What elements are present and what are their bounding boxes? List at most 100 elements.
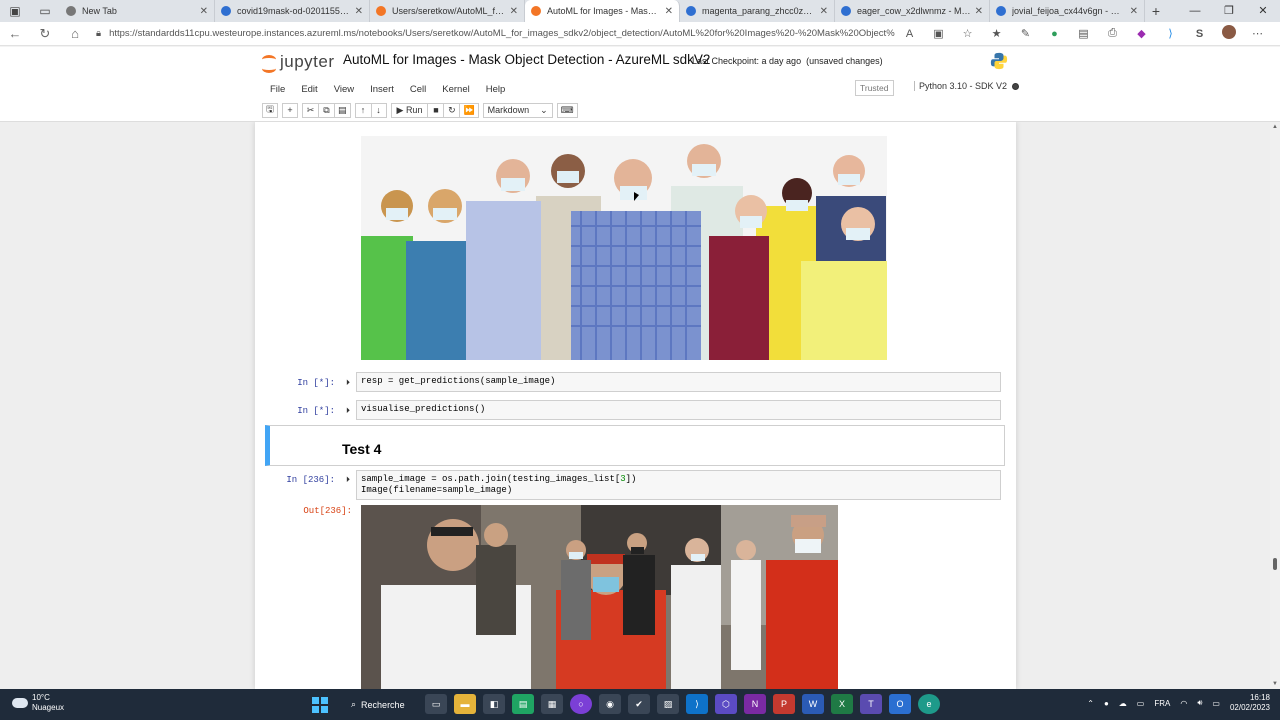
extension-s-icon[interactable]: S — [1185, 28, 1214, 40]
run-cell-icon[interactable]: ⏵ — [346, 475, 350, 485]
menu-item-file[interactable]: File — [270, 84, 285, 95]
clock[interactable]: 16:18 02/02/2023 — [1230, 693, 1270, 713]
scroll-down-icon[interactable]: ▼ — [1272, 681, 1278, 687]
extension-gem-icon[interactable]: ◆ — [1127, 27, 1156, 40]
store-icon[interactable]: ▦ — [541, 694, 563, 714]
jupyter-logo[interactable]: jupyter — [262, 52, 335, 73]
chevron-up-icon[interactable]: ⌃ — [1087, 699, 1094, 708]
paste-icon[interactable]: ▤ — [334, 102, 351, 118]
menu-item-kernel[interactable]: Kernel — [442, 84, 469, 95]
spreadsheet-app-icon[interactable]: ▤ — [512, 694, 534, 714]
close-tab-icon[interactable]: ✕ — [665, 6, 673, 17]
menu-item-insert[interactable]: Insert — [370, 84, 394, 95]
scroll-up-icon[interactable]: ▲ — [1272, 124, 1278, 130]
task-view-icon[interactable]: ▭ — [425, 694, 447, 714]
browser-tab[interactable]: covid19mask-od-020115517352 ✕ — [215, 0, 370, 22]
cell-type-select[interactable]: Markdown ⌄ — [482, 102, 553, 118]
close-window-button[interactable]: ✕ — [1246, 0, 1280, 22]
browser-tab[interactable]: Users/seretkow/AutoML_for_im ✕ — [370, 0, 525, 22]
menu-item-cell[interactable]: Cell — [410, 84, 426, 95]
copy-icon[interactable]: ⧉ — [318, 102, 334, 118]
trusted-indicator[interactable]: Trusted — [855, 80, 894, 96]
page-scrollbar[interactable]: ▲ ▼ — [1270, 122, 1280, 689]
teams-tray-icon[interactable]: ● — [1104, 699, 1109, 708]
browser-tab[interactable]: eager_cow_x2dlwnmz - Microso ✕ — [835, 0, 990, 22]
app-icon[interactable]: ◧ — [483, 694, 505, 714]
outlook-icon[interactable]: O — [889, 694, 911, 714]
network-tray-icon[interactable]: ▭ — [1137, 699, 1145, 708]
restart-icon[interactable]: ↻ — [443, 102, 460, 118]
menu-item-edit[interactable]: Edit — [301, 84, 317, 95]
profile-avatar[interactable] — [1214, 25, 1243, 42]
wifi-icon[interactable]: ◠ — [1180, 699, 1187, 708]
menu-item-help[interactable]: Help — [486, 84, 506, 95]
app-available-icon[interactable]: ▣ — [924, 27, 953, 40]
close-tab-icon[interactable]: ✕ — [1130, 6, 1138, 17]
code-cell-input[interactable]: visualise_predictions() — [356, 400, 1001, 420]
notebook-title[interactable]: AutoML for Images - Mask Object Detectio… — [343, 52, 710, 67]
tab-actions-icon[interactable]: ▭ — [30, 0, 60, 22]
restart-run-all-icon[interactable]: ⏩ — [459, 102, 479, 118]
home-icon[interactable]: ⌂ — [60, 26, 90, 41]
battery-icon[interactable]: ▭ — [1212, 699, 1220, 708]
more-menu-icon[interactable]: ⋯ — [1243, 27, 1272, 40]
insert-cell-icon[interactable]: + — [282, 102, 298, 118]
close-tab-icon[interactable]: ✕ — [200, 6, 208, 17]
windows-start-icon[interactable] — [312, 697, 328, 713]
run-cell-icon[interactable]: ⏵ — [346, 378, 350, 388]
markdown-cell-selected[interactable]: Test 4 — [265, 425, 1005, 466]
volume-icon[interactable]: 🔊︎ — [1197, 698, 1202, 708]
app-icon[interactable]: ▨ — [657, 694, 679, 714]
taskbar-search[interactable]: ⌕ Recherche — [343, 694, 413, 715]
extension-vscode-icon[interactable]: ⟩ — [1156, 27, 1185, 40]
todo-app-icon[interactable]: ✔ — [628, 694, 650, 714]
teams-icon[interactable]: T — [860, 694, 882, 714]
refresh-icon[interactable]: ↻ — [30, 26, 60, 42]
run-button[interactable]: ▶ Run — [390, 102, 428, 118]
read-aloud-icon[interactable]: A — [895, 28, 924, 40]
scrollbar-thumb[interactable] — [1273, 558, 1277, 570]
circle-app-icon[interactable]: ○ — [570, 694, 592, 714]
extension-green-icon[interactable]: ● — [1040, 28, 1069, 40]
minimize-button[interactable]: — — [1178, 0, 1212, 22]
favorite-star-icon[interactable]: ☆ — [953, 27, 982, 40]
run-cell-icon[interactable]: ⏵ — [346, 406, 350, 416]
browser-tab[interactable]: New Tab ✕ — [60, 0, 215, 22]
browser-tab[interactable]: jovial_feijoa_cx44v6gn - Micros ✕ — [990, 0, 1145, 22]
favorites-icon[interactable]: ★ — [982, 27, 1011, 40]
kernel-indicator[interactable]: Python 3.10 - SDK V2 — [914, 81, 1020, 91]
notebook-area[interactable]: In [*]: ⏵ resp = get_predictions(sample_… — [0, 122, 1270, 689]
close-tab-icon[interactable]: ✕ — [820, 6, 828, 17]
edge-icon[interactable]: e — [918, 694, 940, 714]
url-field[interactable]: 🔒︎ https://standardds11cpu.westeurope.in… — [90, 25, 895, 43]
command-palette-icon[interactable]: ⌨ — [556, 102, 578, 118]
vscode-icon[interactable]: ⟩ — [686, 694, 708, 714]
onenote-icon[interactable]: N — [744, 694, 766, 714]
save-icon[interactable]: 🖫︎ — [262, 102, 278, 118]
excel-icon[interactable]: X — [831, 694, 853, 714]
back-icon[interactable]: ← — [0, 26, 30, 41]
workspaces-icon[interactable]: ▣ — [0, 0, 30, 22]
move-up-icon[interactable]: ↑ — [354, 102, 371, 118]
extension-pen-icon[interactable]: ✎ — [1011, 27, 1040, 40]
close-tab-icon[interactable]: ✕ — [975, 6, 983, 17]
maximize-button[interactable]: ❐ — [1212, 0, 1246, 22]
menu-item-view[interactable]: View — [334, 84, 354, 95]
file-explorer-icon[interactable]: ▬ — [454, 694, 476, 714]
github-icon[interactable]: ◉ — [599, 694, 621, 714]
onedrive-icon[interactable]: ☁ — [1119, 699, 1127, 708]
weather-widget[interactable]: 10°C Nuageux — [12, 693, 64, 713]
close-tab-icon[interactable]: ✕ — [510, 6, 518, 17]
browser-tab[interactable]: magenta_parang_zhcc0znd - M ✕ — [680, 0, 835, 22]
browser-tab[interactable]: AutoML for Images - Mask Obj ✕ — [525, 0, 680, 22]
move-down-icon[interactable]: ↓ — [370, 102, 387, 118]
extension-printer-icon[interactable]: ⎙ — [1098, 27, 1127, 40]
extension-doc-icon[interactable]: ▤ — [1069, 27, 1098, 40]
powerpoint-icon[interactable]: P — [773, 694, 795, 714]
language-indicator[interactable]: FRA — [1154, 699, 1170, 708]
close-tab-icon[interactable]: ✕ — [355, 6, 363, 17]
cut-icon[interactable]: ✂ — [302, 102, 318, 118]
code-cell-input[interactable]: resp = get_predictions(sample_image) — [356, 372, 1001, 392]
code-cell-input[interactable]: sample_image = os.path.join(testing_imag… — [356, 470, 1001, 500]
app-icon[interactable]: ⬡ — [715, 694, 737, 714]
